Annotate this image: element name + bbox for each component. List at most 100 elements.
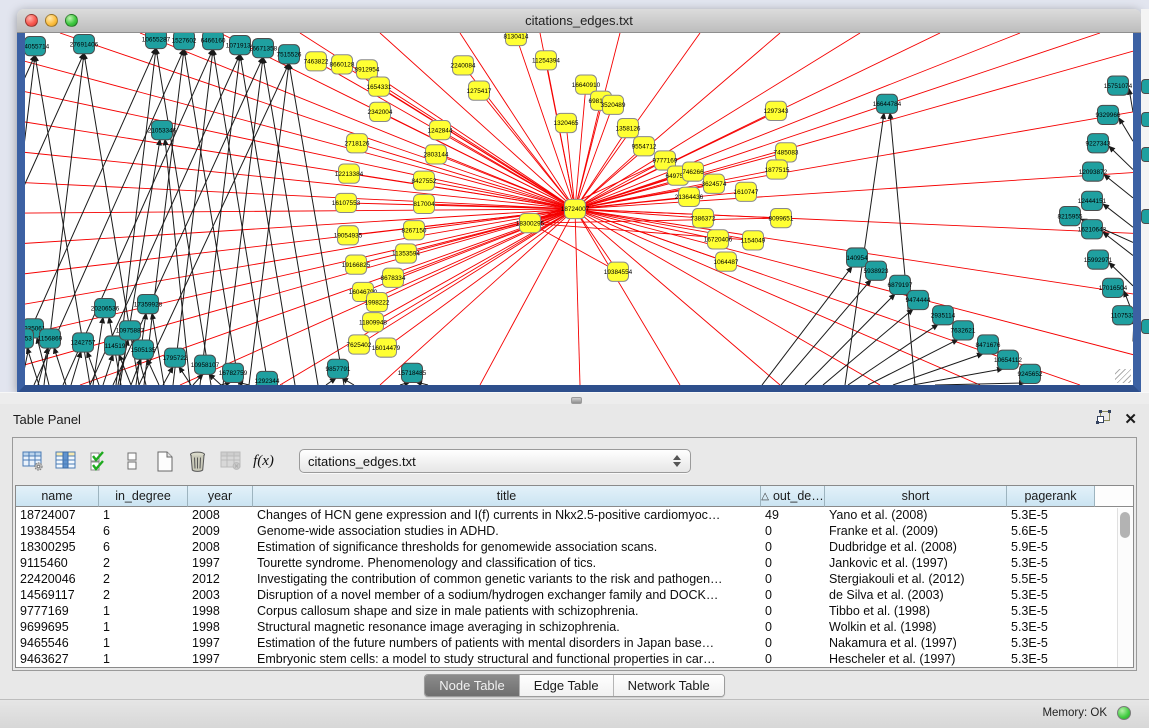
table-row[interactable]: 1830029562008Estimation of significance … [16,539,1133,555]
graph-node[interactable]: 16014479 [372,338,401,357]
scrollbar-thumb[interactable] [1120,512,1130,538]
graph-node[interactable]: 18300295 [516,214,545,233]
graph-node[interactable]: 9857791 [326,359,351,378]
float-panel-icon[interactable] [1096,410,1111,429]
graph-node[interactable]: 140954 [846,248,868,267]
table-row[interactable]: 1872400712008Changes of HCN gene express… [16,507,1133,523]
graph-node[interactable]: 17016504 [1099,278,1128,297]
graph-node[interactable]: 16107553 [332,193,361,212]
graph-node[interactable]: 1527602 [172,33,197,50]
graph-node[interactable]: 8130414 [504,33,529,46]
network-canvas[interactable]: 3405571427691406106552871527602646616010… [25,33,1133,385]
graph-node[interactable]: 7625402 [347,335,372,354]
column-header-in-degree[interactable]: in_degree [99,486,188,507]
graph-node[interactable]: 1242757 [71,333,96,352]
window-titlebar[interactable]: citations_edges.txt [17,9,1141,33]
column-header-out-degree[interactable]: △ out_de… [761,486,825,507]
graph-node[interactable]: 21053346 [148,120,177,139]
graph-node[interactable]: 8678334 [381,268,406,287]
graph-node[interactable]: 7515526 [277,45,302,64]
graph-node[interactable]: 16671358 [249,39,278,58]
graph-node[interactable]: 2803144 [424,145,449,164]
tab-network-table[interactable]: Network Table [614,675,724,696]
graph-node[interactable]: 2718126 [345,134,370,153]
table-row[interactable]: 977716911998Corpus callosum shape and si… [16,603,1133,619]
zoom-window-button[interactable] [65,14,78,27]
divider-grabber-icon[interactable] [571,397,582,404]
graph-node[interactable]: 2342004 [368,102,393,121]
graph-node[interactable]: 18724007 [561,199,590,218]
graph-node[interactable]: 8427552 [412,171,437,190]
network-window[interactable]: citations_edges.txt 34055714276914061065… [17,9,1141,392]
column-header-short[interactable]: short [825,486,1007,507]
table-row[interactable]: 2242004622012Investigating the contribut… [16,571,1133,587]
graph-node[interactable]: 2240084 [451,56,476,75]
graph-node[interactable]: 7386372 [691,208,716,227]
graph-node[interactable]: 1154049 [741,231,766,250]
graph-node[interactable]: 3520489 [601,95,626,114]
graph-node[interactable]: 1358126 [616,118,641,137]
graph-node[interactable]: 12213384 [335,164,364,183]
graph-node[interactable]: 1320465 [554,113,579,132]
graph-node[interactable]: 1877515 [765,160,790,179]
column-header-title[interactable]: title [253,486,761,507]
graph-node[interactable]: 19166825 [342,255,371,274]
delete-column-icon[interactable] [184,447,211,475]
graph-node[interactable]: 39153 [25,329,34,348]
table-settings-icon[interactable] [19,447,46,475]
table-row[interactable]: 946362711997Embryonic stem cells: a mode… [16,651,1133,667]
graph-node[interactable]: 16782759 [219,363,248,382]
table-row[interactable]: 969969511998Structural magnetic resonanc… [16,619,1133,635]
table-row[interactable]: 911546021997Tourette syndrome. Phenomeno… [16,555,1133,571]
graph-node[interactable]: 8912954 [355,60,380,79]
graph-node[interactable]: 9227343 [1086,134,1111,153]
graph-node[interactable]: 10654112 [994,350,1022,369]
graph-node[interactable]: 20206536 [91,299,120,318]
table-row[interactable]: 946554611997Estimation of the future num… [16,635,1133,651]
vertical-scrollbar[interactable] [1117,508,1133,667]
graph-node[interactable]: 17359928 [134,294,163,313]
graph-node[interactable]: 1275417 [467,81,492,100]
graph-node[interactable]: 1998222 [365,292,390,311]
graph-node[interactable]: 16210643 [1078,220,1107,239]
graph-node[interactable]: 12093872 [1079,162,1108,181]
graph-node[interactable]: 6466160 [201,33,226,50]
graph-node[interactable]: 11353594 [392,244,420,263]
graph-node[interactable]: 15751074 [1104,76,1133,95]
clear-selection-icon[interactable] [118,447,145,475]
graph-node[interactable]: 12444151 [1078,191,1107,210]
graph-node[interactable]: 19384554 [604,262,633,281]
column-header-name[interactable]: name [16,486,99,507]
graph-node[interactable]: 11809948 [359,313,387,332]
graph-node[interactable]: 9245652 [1018,364,1043,383]
memory-ok-indicator[interactable] [1117,706,1131,720]
close-window-button[interactable] [25,14,38,27]
graph-node[interactable]: 1654331 [367,77,392,96]
graph-node[interactable]: 7485083 [774,143,799,162]
graph-node[interactable]: 817004 [413,194,435,213]
minimize-window-button[interactable] [45,14,58,27]
graph-node[interactable]: 1156869 [38,329,63,348]
graph-node[interactable]: 7632621 [951,321,976,340]
network-view[interactable]: 3405571427691406106552871527602646616010… [17,33,1141,393]
graph-node[interactable]: 1292344 [255,371,280,385]
tab-edge-table[interactable]: Edge Table [520,675,614,696]
resize-grip-icon[interactable] [1115,369,1131,383]
close-panel-icon[interactable]: ✕ [1124,412,1137,427]
graph-node[interactable]: 1297343 [764,101,789,120]
graph-node[interactable]: 8660128 [330,55,355,74]
graph-node[interactable]: 16644784 [873,94,902,113]
graph-node[interactable]: 15992971 [1084,250,1113,269]
select-all-icon[interactable] [85,447,112,475]
table-selector-combobox[interactable]: citations_edges.txt [299,449,691,473]
graph-node[interactable]: 9474444 [906,290,931,309]
graph-node[interactable]: 27691406 [70,35,99,54]
graph-node[interactable]: 10655287 [142,33,171,49]
column-header-pagerank[interactable]: pagerank [1007,486,1095,507]
graph-node[interactable]: 9554712 [632,137,657,156]
new-column-icon[interactable] [151,447,178,475]
graph-node[interactable]: 8471676 [976,335,1001,354]
graph-node[interactable]: 1505135 [131,340,156,359]
graph-node[interactable]: 15718485 [398,363,427,382]
graph-node[interactable]: 11254394 [532,51,560,70]
